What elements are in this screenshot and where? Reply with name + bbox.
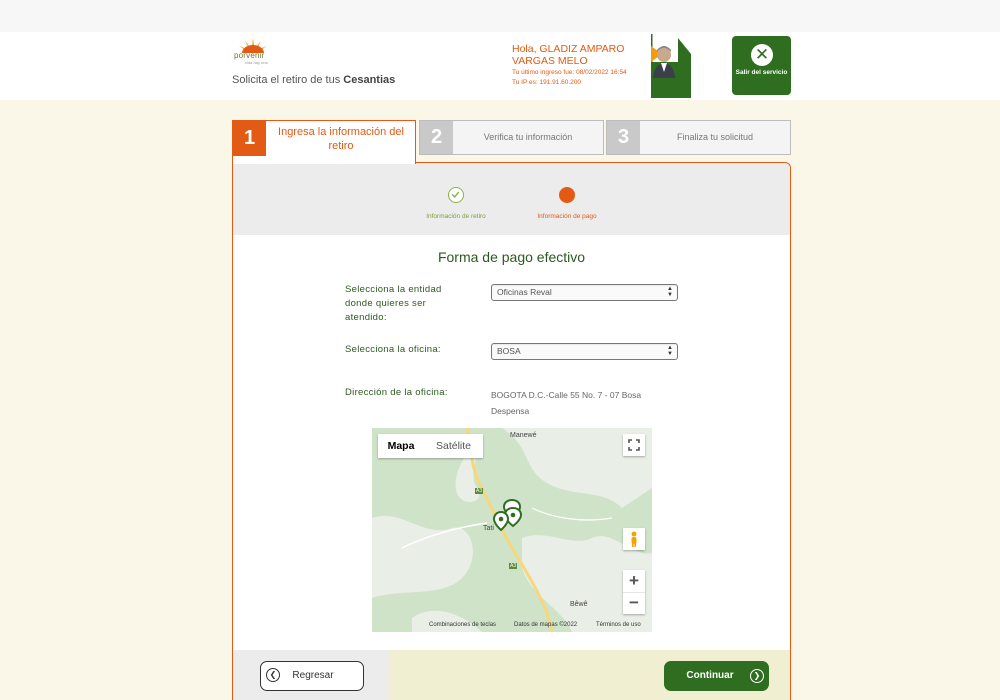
select-arrows-icon: ▲ ▼ [667, 345, 673, 357]
page-subtitle: Solicita el retiro de tus Cesantias [232, 74, 396, 86]
logo-tagline: vida hay una [245, 60, 268, 65]
map-place-label: Manewé [510, 432, 537, 439]
step-label: Ingresa la información del retiro [278, 126, 404, 152]
zoom-controls: + − [623, 570, 645, 614]
select-arrows-icon: ▲ ▼ [667, 286, 673, 298]
header [0, 32, 1000, 100]
check-icon [448, 187, 464, 203]
current-step-icon [559, 187, 575, 203]
last-login: Tu último ingreso fue: 08/02/2022 16:54 [512, 69, 627, 76]
action-bar: ❮ Regresar Continuar ❯ [233, 650, 790, 700]
map-tab-map[interactable]: Mapa [378, 434, 424, 458]
map-place-label: Bêwê [570, 601, 588, 608]
avatar [651, 34, 691, 98]
progress-step2-label: Información de pago [537, 213, 597, 220]
office-select[interactable]: BOSA ▲ ▼ [491, 343, 678, 360]
greeting-line2: VARGAS MELO [512, 55, 588, 67]
ip-address: Tu IP es: 191.91.60.200 [512, 79, 582, 86]
address-label: Dirección de la oficina: [345, 387, 448, 398]
logout-label: Salir del servicio [735, 69, 788, 76]
map-road-label: A3 [475, 488, 484, 494]
step-number: 2 [420, 121, 453, 154]
step-label: Verifica tu información [483, 132, 573, 142]
street-view-pegman-icon[interactable] [623, 528, 645, 550]
map-data-credit: Datos de mapas ©2022 [514, 622, 578, 628]
entity-select-value: Oficinas Reval [497, 287, 552, 297]
map-tab-satellite[interactable]: Satélite [424, 434, 483, 458]
back-label: Regresar [292, 670, 334, 681]
form-panel: Información de retiro Información de pag… [232, 162, 791, 700]
step-3-tab[interactable]: 3 Finaliza tu solicitud [606, 120, 791, 155]
entity-select[interactable]: Oficinas Reval ▲ ▼ [491, 284, 678, 301]
top-strip [0, 0, 1000, 32]
map-shortcuts-link[interactable]: Combinaciones de teclas [429, 622, 496, 628]
office-label: Selecciona la oficina: [345, 344, 441, 355]
map-terms-link[interactable]: Términos de uso [596, 622, 641, 628]
map-type-tabs: Mapa Satélite [378, 434, 483, 458]
continue-label: Continuar [686, 670, 734, 681]
forward-arrow-icon: ❯ [750, 669, 764, 683]
map-footer: Google Combinaciones de teclas Datos de … [372, 620, 652, 632]
greeting-line1: Hola, GLADIZ AMPARO [512, 43, 625, 55]
continue-button[interactable]: Continuar ❯ [664, 661, 769, 691]
map-road-label: A3 [509, 563, 518, 569]
step-number: 1 [233, 121, 266, 156]
form-title: Forma de pago efectivo [437, 249, 586, 265]
close-icon: ✕ [751, 44, 773, 66]
step-1-tab[interactable]: 1 Ingresa la información del retiro [232, 120, 416, 164]
logout-button[interactable]: ✕ Salir del servicio [732, 36, 791, 95]
office-map[interactable]: Mapa Satélite + − Manewé Tati Bêwê A3 A3 [372, 428, 652, 632]
address-value: BOGOTA D.C.-Calle 55 No. 7 - 07 Bosa Des… [491, 390, 642, 416]
back-button[interactable]: ❮ Regresar [260, 661, 364, 691]
fullscreen-icon[interactable] [623, 434, 645, 456]
progress-bar: Información de retiro Información de pag… [233, 163, 790, 235]
entity-label: Selecciona la entidad donde quieres ser … [345, 284, 442, 323]
zoom-in-icon[interactable]: + [623, 570, 645, 592]
office-select-value: BOSA [497, 346, 521, 356]
logo-text: porvenir [234, 51, 265, 60]
step-number: 3 [607, 121, 640, 154]
user-greeting: Hola, GLADIZ AMPARO VARGAS MELO Tu últim… [512, 43, 652, 88]
step-label: Finaliza tu solicitud [676, 132, 754, 142]
step-2-tab[interactable]: 2 Verifica tu información [419, 120, 604, 155]
zoom-out-icon[interactable]: − [623, 592, 645, 614]
progress-step1-label: Información de retiro [426, 213, 486, 220]
office-marker-icon[interactable] [492, 498, 532, 538]
